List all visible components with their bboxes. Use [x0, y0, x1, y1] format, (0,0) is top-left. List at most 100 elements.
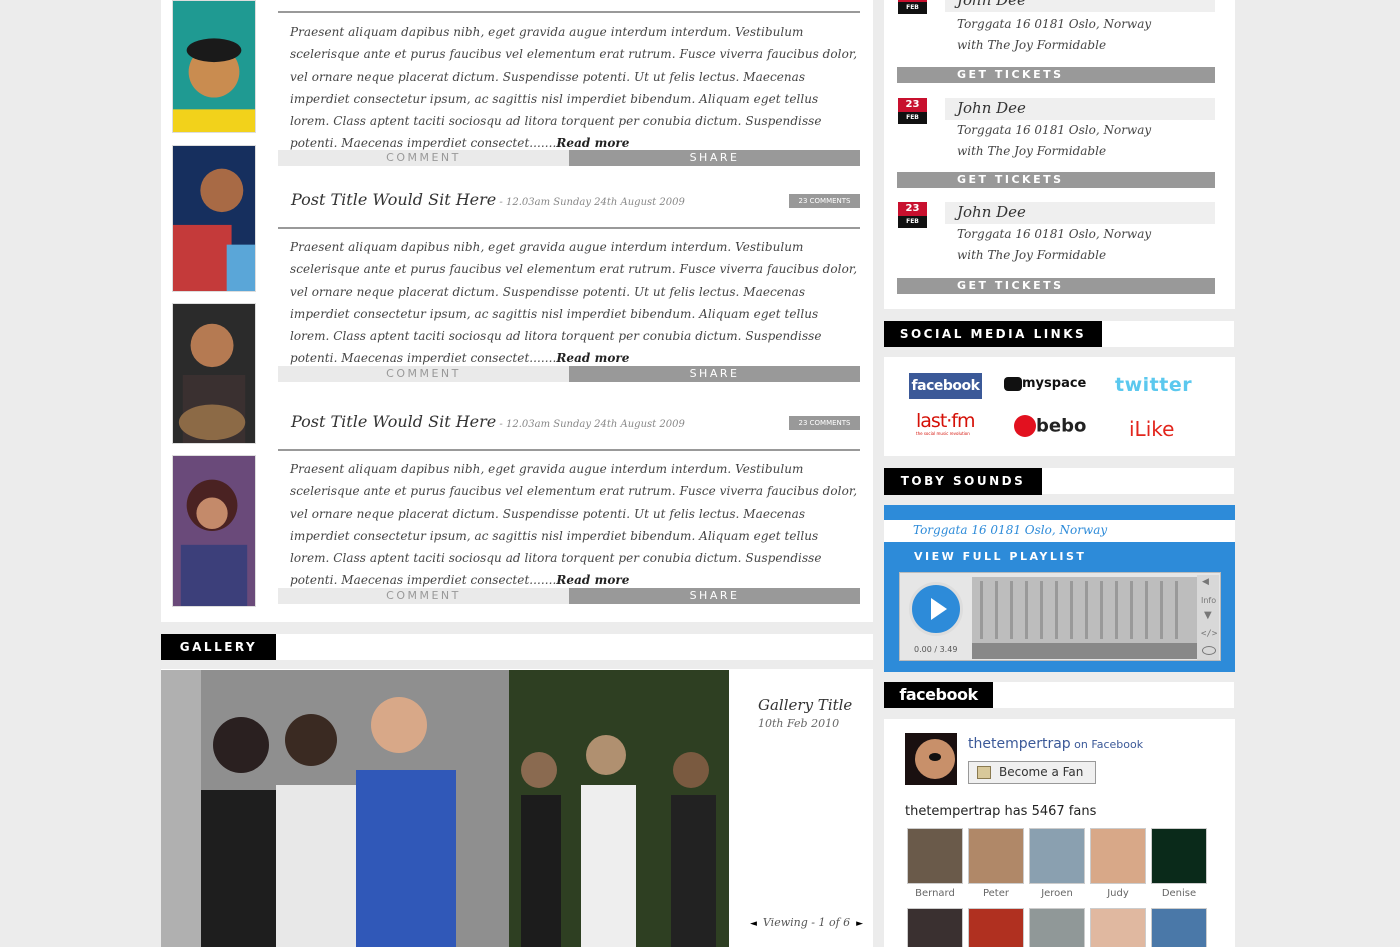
bebo-link[interactable]: bebo [1014, 415, 1086, 437]
track-time: 0.00 / 3.49 [914, 645, 958, 654]
event-support-line: with The Joy Formidable [957, 38, 1107, 52]
read-more-link[interactable]: Read more [556, 351, 629, 365]
share-button[interactable]: SHARE [569, 150, 860, 166]
fan-avatar[interactable] [907, 828, 963, 884]
gallery-pager: ◄ Viewing - 1 of 6 ► [744, 916, 869, 929]
fan-name: Peter [982, 888, 1009, 899]
post-thumbnail[interactable] [172, 0, 256, 133]
fan-avatar[interactable] [1151, 908, 1207, 947]
post-actions: COMMENT SHARE [278, 150, 860, 166]
facebook-link[interactable]: facebook [909, 373, 982, 399]
prev-arrow-icon[interactable]: ◄ [744, 919, 763, 929]
comment-button[interactable]: COMMENT [278, 366, 569, 382]
fan-count: thetempertrap has 5467 fans [905, 804, 1097, 819]
view-full-playlist-link[interactable]: VIEW FULL PLAYLIST [914, 550, 1086, 563]
post-divider [278, 227, 860, 229]
event-name[interactable]: John Dee [957, 0, 1026, 9]
event-address-line: Torggata 16 0181 Oslo, Norway [957, 227, 1152, 241]
fan-name: Jeroen [1041, 888, 1073, 899]
event-day: 23 [898, 202, 927, 216]
fan-icon [977, 766, 991, 779]
post-body: Praesent aliquam dapibus nibh, eget grav… [290, 25, 858, 151]
event-name[interactable]: John Dee [957, 99, 1026, 117]
post-meta: - 12.03am Sunday 24th August 2009 [496, 197, 685, 208]
fan-name: Denise [1161, 888, 1197, 899]
myspace-icon [1004, 376, 1022, 391]
event-month: FEB [898, 2, 927, 14]
comments-badge[interactable]: 23 COMMENTS [789, 194, 860, 208]
share-button[interactable]: SHARE [569, 366, 860, 382]
post-divider [278, 449, 860, 451]
post-thumbnail[interactable] [172, 145, 256, 292]
fan-avatar[interactable] [907, 908, 963, 947]
on-facebook-text: on Facebook [1070, 738, 1144, 751]
volume-icon[interactable]: ◀ [1202, 577, 1209, 587]
post-title[interactable]: Post Title Would Sit Here - 12.03am Sund… [291, 190, 685, 209]
page-avatar[interactable] [905, 733, 957, 785]
embed-icon[interactable]: </> [1201, 629, 1217, 639]
info-button[interactable]: Info [1201, 596, 1216, 605]
post-actions: COMMENT SHARE [278, 366, 860, 382]
fan-name: Bernard [915, 888, 955, 899]
facebook-page-link[interactable]: thetempertrap on Facebook [968, 736, 1143, 752]
post-title[interactable]: Post Title Would Sit Here - 12.03am Sund… [291, 412, 685, 431]
comment-icon[interactable] [1202, 646, 1216, 655]
download-icon[interactable]: ▼ [1204, 610, 1212, 621]
read-more-link[interactable]: Read more [556, 573, 629, 587]
event-address: Torggata 16 0181 Oslo, Norway with The J… [957, 224, 1151, 266]
fan-avatar[interactable] [968, 828, 1024, 884]
become-fan-button[interactable]: Become a Fan [968, 761, 1096, 784]
lastfm-tagline: the social music revolution [916, 431, 970, 436]
twitter-link[interactable]: twitter [1115, 374, 1192, 396]
play-button[interactable] [909, 582, 963, 636]
comment-button[interactable]: COMMENT [278, 150, 569, 166]
event-support-line: with The Joy Formidable [957, 144, 1107, 158]
post-meta: - 12.03am Sunday 24th August 2009 [496, 419, 685, 430]
event-address: Torggata 16 0181 Oslo, Norway with The J… [957, 14, 1151, 56]
event-date-badge: FEB [898, 0, 927, 14]
event-address-line: Torggata 16 0181 Oslo, Norway [957, 123, 1152, 137]
post-body: Praesent aliquam dapibus nibh, eget grav… [290, 240, 858, 366]
post-thumbnail[interactable] [172, 455, 256, 607]
fan-name: Judy [1107, 888, 1129, 899]
event-support-line: with The Joy Formidable [957, 248, 1107, 262]
fan-avatar[interactable] [1090, 828, 1146, 884]
event-date-badge: 23 FEB [898, 98, 927, 124]
lastfm-label: last·fm [916, 410, 976, 432]
read-more-link[interactable]: Read more [556, 136, 629, 150]
fan-avatar[interactable] [1151, 828, 1207, 884]
fan-avatar[interactable] [1029, 828, 1085, 884]
share-button[interactable]: SHARE [569, 588, 860, 604]
lastfm-link[interactable]: last·fm the social music revolution [916, 410, 976, 436]
gallery-photo[interactable] [161, 670, 729, 947]
gallery-label: GALLERY [161, 634, 276, 660]
myspace-link[interactable]: myspace [1004, 373, 1086, 392]
event-address-line: Torggata 16 0181 Oslo, Norway [957, 17, 1152, 31]
myspace-label: myspace [1022, 376, 1087, 391]
event-address: Torggata 16 0181 Oslo, Norway with The J… [957, 120, 1151, 162]
comment-button[interactable]: COMMENT [278, 588, 569, 604]
fan-avatar[interactable] [1090, 908, 1146, 947]
get-tickets-button[interactable]: GET TICKETS [897, 172, 1215, 188]
ilike-link[interactable]: iLike [1129, 417, 1174, 441]
player-address: Torggata 16 0181 Oslo, Norway [913, 523, 1108, 537]
event-month: FEB [898, 216, 927, 228]
post-thumbnail[interactable] [172, 303, 256, 444]
play-icon [931, 598, 947, 620]
fan-avatar[interactable] [968, 908, 1024, 947]
event-day: 23 [898, 98, 927, 112]
event-name[interactable]: John Dee [957, 203, 1026, 221]
get-tickets-button[interactable]: GET TICKETS [897, 67, 1215, 83]
gallery-viewing-text: Viewing - 1 of 6 [762, 916, 851, 929]
fan-avatar[interactable] [1029, 908, 1085, 947]
social-media-label: SOCIAL MEDIA LINKS [884, 321, 1102, 347]
bebo-icon [1014, 415, 1036, 437]
comments-badge[interactable]: 23 COMMENTS [789, 416, 860, 430]
next-arrow-icon[interactable]: ► [850, 919, 869, 929]
event-date-badge: 23 FEB [898, 202, 927, 228]
gallery-title: Gallery Title [758, 696, 853, 714]
get-tickets-button[interactable]: GET TICKETS [897, 278, 1215, 294]
post-actions: COMMENT SHARE [278, 588, 860, 604]
bebo-label: bebo [1036, 415, 1087, 437]
post-body: Praesent aliquam dapibus nibh, eget grav… [290, 462, 858, 588]
